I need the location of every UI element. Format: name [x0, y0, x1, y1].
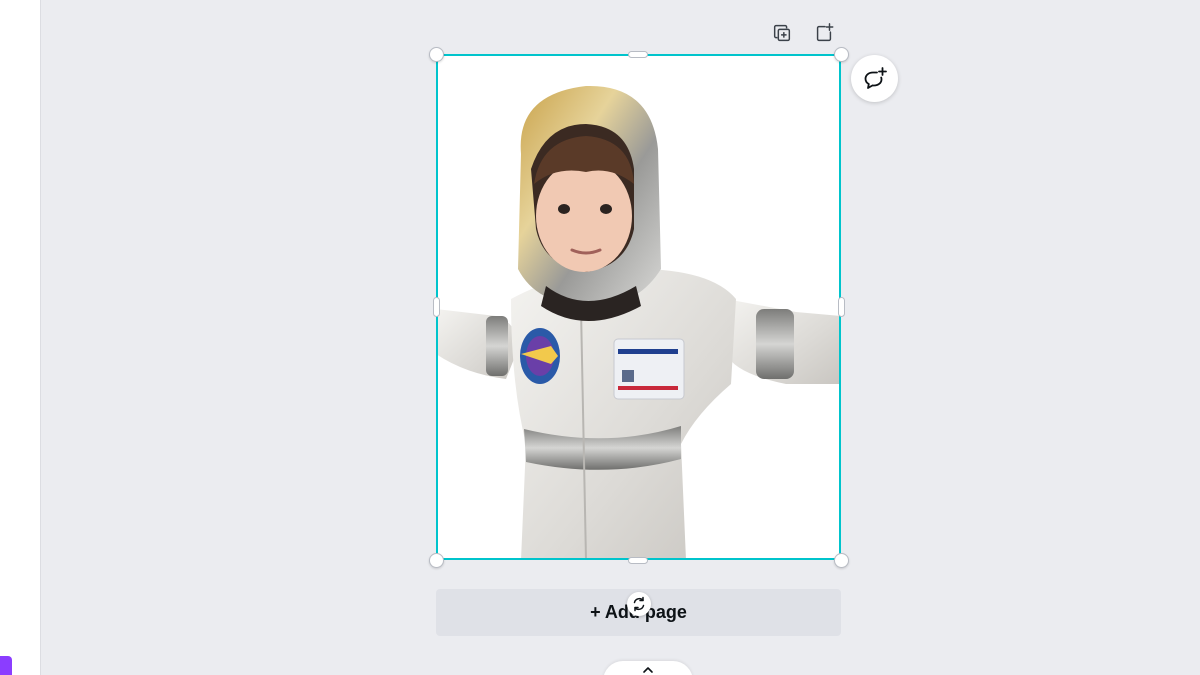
resize-handle-bottom-left[interactable]: [429, 553, 444, 568]
astronaut-child-photo[interactable]: [436, 54, 841, 560]
add-comment-icon: [864, 66, 887, 89]
resize-handle-left[interactable]: [433, 297, 440, 317]
add-page-icon: [816, 23, 834, 42]
add-comment-button[interactable]: [851, 55, 898, 102]
panel-tab[interactable]: [0, 656, 12, 675]
resize-handle-top[interactable]: [628, 51, 648, 58]
add-page-button-small[interactable]: [811, 20, 837, 46]
resize-handle-bottom-right[interactable]: [834, 553, 849, 568]
rotate-button[interactable]: [627, 592, 651, 616]
resize-handle-top-left[interactable]: [429, 47, 444, 62]
resize-handle-bottom[interactable]: [628, 557, 648, 564]
duplicate-page-icon: [773, 24, 791, 42]
rotate-icon: [633, 596, 645, 612]
left-side-panel: [0, 0, 41, 675]
duplicate-page-button[interactable]: [769, 20, 795, 46]
show-pages-tab[interactable]: [603, 661, 693, 675]
resize-handle-top-right[interactable]: [834, 47, 849, 62]
chevron-up-icon: [643, 667, 653, 673]
design-page[interactable]: [436, 54, 841, 560]
resize-handle-right[interactable]: [838, 297, 845, 317]
